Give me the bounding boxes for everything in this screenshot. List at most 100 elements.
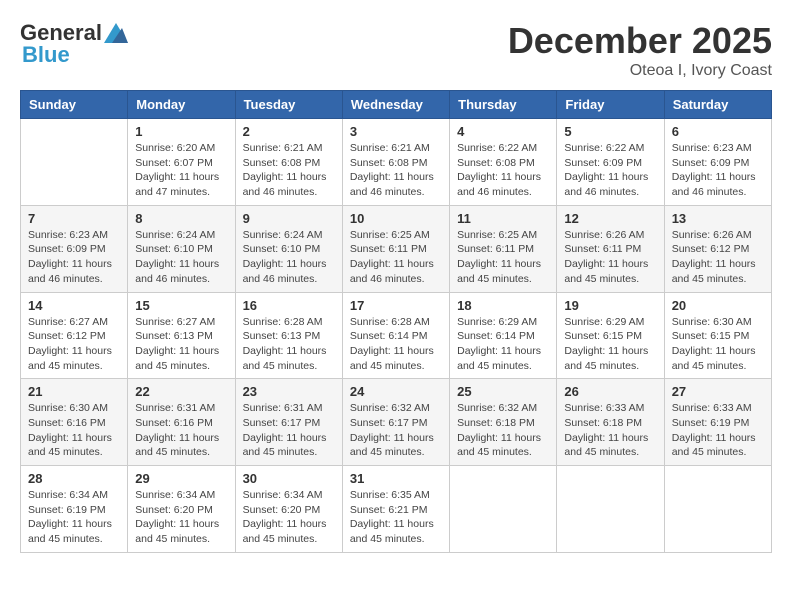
day-number: 11 [457, 211, 549, 226]
day-number: 31 [350, 471, 442, 486]
day-number: 2 [243, 124, 335, 139]
calendar-cell [21, 119, 128, 206]
calendar-cell: 24 Sunrise: 6:32 AMSunset: 6:17 PMDayligh… [342, 379, 449, 466]
calendar-header-sunday: Sunday [21, 91, 128, 119]
day-number: 14 [28, 298, 120, 313]
day-number: 28 [28, 471, 120, 486]
calendar-cell: 19 Sunrise: 6:29 AMSunset: 6:15 PMDayligh… [557, 292, 664, 379]
day-number: 9 [243, 211, 335, 226]
day-number: 20 [672, 298, 764, 313]
day-number: 1 [135, 124, 227, 139]
calendar-cell: 7 Sunrise: 6:23 AMSunset: 6:09 PMDaylight… [21, 205, 128, 292]
day-number: 3 [350, 124, 442, 139]
calendar-cell: 10Sunrise: 6:25 AMSunset: 6:11 PMDayligh… [342, 205, 449, 292]
day-detail: Sunrise: 6:24 AMSunset: 6:10 PMDaylight:… [135, 228, 227, 287]
logo-blue-text: Blue [22, 42, 70, 68]
day-detail: Sunrise: 6:23 AMSunset: 6:09 PMDaylight:… [28, 228, 120, 287]
day-detail: Sunrise: 6:31 AMSunset: 6:16 PMDaylight:… [135, 401, 227, 460]
day-detail: Sunrise: 6:23 AMSunset: 6:09 PMDaylight:… [672, 141, 764, 200]
calendar-header-saturday: Saturday [664, 91, 771, 119]
day-number: 24 [350, 384, 442, 399]
calendar-week-row: 28 Sunrise: 6:34 AMSunset: 6:19 PMDayligh… [21, 466, 772, 553]
calendar-cell: 6 Sunrise: 6:23 AMSunset: 6:09 PMDaylight… [664, 119, 771, 206]
day-detail: Sunrise: 6:25 AMSunset: 6:11 PMDaylight:… [457, 228, 549, 287]
day-number: 26 [564, 384, 656, 399]
day-detail: Sunrise: 6:27 AMSunset: 6:13 PMDaylight:… [135, 315, 227, 374]
calendar-cell: 3 Sunrise: 6:21 AMSunset: 6:08 PMDaylight… [342, 119, 449, 206]
day-detail: Sunrise: 6:26 AMSunset: 6:12 PMDaylight:… [672, 228, 764, 287]
calendar-week-row: 1 Sunrise: 6:20 AMSunset: 6:07 PMDaylight… [21, 119, 772, 206]
day-detail: Sunrise: 6:28 AMSunset: 6:14 PMDaylight:… [350, 315, 442, 374]
day-number: 7 [28, 211, 120, 226]
day-number: 18 [457, 298, 549, 313]
day-detail: Sunrise: 6:28 AMSunset: 6:13 PMDaylight:… [243, 315, 335, 374]
calendar-cell: 20 Sunrise: 6:30 AMSunset: 6:15 PMDayligh… [664, 292, 771, 379]
day-number: 19 [564, 298, 656, 313]
day-detail: Sunrise: 6:31 AMSunset: 6:17 PMDaylight:… [243, 401, 335, 460]
day-number: 30 [243, 471, 335, 486]
calendar-header-thursday: Thursday [450, 91, 557, 119]
calendar-week-row: 21Sunrise: 6:30 AMSunset: 6:16 PMDayligh… [21, 379, 772, 466]
day-detail: Sunrise: 6:35 AMSunset: 6:21 PMDaylight:… [350, 488, 442, 547]
day-number: 12 [564, 211, 656, 226]
calendar-header-wednesday: Wednesday [342, 91, 449, 119]
calendar-cell: 4 Sunrise: 6:22 AMSunset: 6:08 PMDaylight… [450, 119, 557, 206]
logo-icon [104, 23, 128, 43]
calendar-cell: 8 Sunrise: 6:24 AMSunset: 6:10 PMDaylight… [128, 205, 235, 292]
day-detail: Sunrise: 6:22 AMSunset: 6:08 PMDaylight:… [457, 141, 549, 200]
day-detail: Sunrise: 6:34 AMSunset: 6:20 PMDaylight:… [243, 488, 335, 547]
calendar-cell: 12 Sunrise: 6:26 AMSunset: 6:11 PMDayligh… [557, 205, 664, 292]
day-detail: Sunrise: 6:20 AMSunset: 6:07 PMDaylight:… [135, 141, 227, 200]
day-detail: Sunrise: 6:24 AMSunset: 6:10 PMDaylight:… [243, 228, 335, 287]
day-detail: Sunrise: 6:26 AMSunset: 6:11 PMDaylight:… [564, 228, 656, 287]
day-number: 29 [135, 471, 227, 486]
day-number: 17 [350, 298, 442, 313]
calendar-table: SundayMondayTuesdayWednesdayThursdayFrid… [20, 90, 772, 553]
day-detail: Sunrise: 6:29 AMSunset: 6:14 PMDaylight:… [457, 315, 549, 374]
calendar-cell: 18 Sunrise: 6:29 AMSunset: 6:14 PMDayligh… [450, 292, 557, 379]
calendar-cell: 26 Sunrise: 6:33 AMSunset: 6:18 PMDayligh… [557, 379, 664, 466]
calendar-cell: 9 Sunrise: 6:24 AMSunset: 6:10 PMDaylight… [235, 205, 342, 292]
day-number: 27 [672, 384, 764, 399]
day-detail: Sunrise: 6:32 AMSunset: 6:18 PMDaylight:… [457, 401, 549, 460]
calendar-cell: 31 Sunrise: 6:35 AMSunset: 6:21 PMDayligh… [342, 466, 449, 553]
calendar-header-friday: Friday [557, 91, 664, 119]
calendar-cell: 27 Sunrise: 6:33 AMSunset: 6:19 PMDayligh… [664, 379, 771, 466]
calendar-cell: 15 Sunrise: 6:27 AMSunset: 6:13 PMDayligh… [128, 292, 235, 379]
calendar-cell: 28 Sunrise: 6:34 AMSunset: 6:19 PMDayligh… [21, 466, 128, 553]
page-header: General Blue December 2025 Oteoa I, Ivor… [20, 20, 772, 80]
day-number: 6 [672, 124, 764, 139]
day-number: 8 [135, 211, 227, 226]
calendar-cell: 13 Sunrise: 6:26 AMSunset: 6:12 PMDayligh… [664, 205, 771, 292]
calendar-cell: 2Sunrise: 6:21 AMSunset: 6:08 PMDaylight… [235, 119, 342, 206]
day-number: 25 [457, 384, 549, 399]
day-number: 21 [28, 384, 120, 399]
day-detail: Sunrise: 6:33 AMSunset: 6:18 PMDaylight:… [564, 401, 656, 460]
day-detail: Sunrise: 6:21 AMSunset: 6:08 PMDaylight:… [350, 141, 442, 200]
calendar-cell: 5Sunrise: 6:22 AMSunset: 6:09 PMDaylight… [557, 119, 664, 206]
day-detail: Sunrise: 6:22 AMSunset: 6:09 PMDaylight:… [564, 141, 656, 200]
day-number: 4 [457, 124, 549, 139]
day-number: 13 [672, 211, 764, 226]
calendar-cell: 11 Sunrise: 6:25 AMSunset: 6:11 PMDayligh… [450, 205, 557, 292]
day-detail: Sunrise: 6:29 AMSunset: 6:15 PMDaylight:… [564, 315, 656, 374]
calendar-header-monday: Monday [128, 91, 235, 119]
calendar-header-tuesday: Tuesday [235, 91, 342, 119]
day-number: 15 [135, 298, 227, 313]
day-detail: Sunrise: 6:33 AMSunset: 6:19 PMDaylight:… [672, 401, 764, 460]
day-detail: Sunrise: 6:34 AMSunset: 6:20 PMDaylight:… [135, 488, 227, 547]
day-detail: Sunrise: 6:32 AMSunset: 6:17 PMDaylight:… [350, 401, 442, 460]
calendar-cell [664, 466, 771, 553]
logo-area: General Blue [20, 20, 128, 68]
day-detail: Sunrise: 6:30 AMSunset: 6:15 PMDaylight:… [672, 315, 764, 374]
calendar-cell: 29 Sunrise: 6:34 AMSunset: 6:20 PMDayligh… [128, 466, 235, 553]
day-detail: Sunrise: 6:25 AMSunset: 6:11 PMDaylight:… [350, 228, 442, 287]
calendar-cell: 25 Sunrise: 6:32 AMSunset: 6:18 PMDayligh… [450, 379, 557, 466]
title-area: December 2025 Oteoa I, Ivory Coast [508, 20, 772, 80]
day-detail: Sunrise: 6:27 AMSunset: 6:12 PMDaylight:… [28, 315, 120, 374]
calendar-cell: 17 Sunrise: 6:28 AMSunset: 6:14 PMDayligh… [342, 292, 449, 379]
calendar-week-row: 14 Sunrise: 6:27 AMSunset: 6:12 PMDayligh… [21, 292, 772, 379]
calendar-cell: 14 Sunrise: 6:27 AMSunset: 6:12 PMDayligh… [21, 292, 128, 379]
calendar-cell: 30 Sunrise: 6:34 AMSunset: 6:20 PMDayligh… [235, 466, 342, 553]
day-detail: Sunrise: 6:34 AMSunset: 6:19 PMDaylight:… [28, 488, 120, 547]
